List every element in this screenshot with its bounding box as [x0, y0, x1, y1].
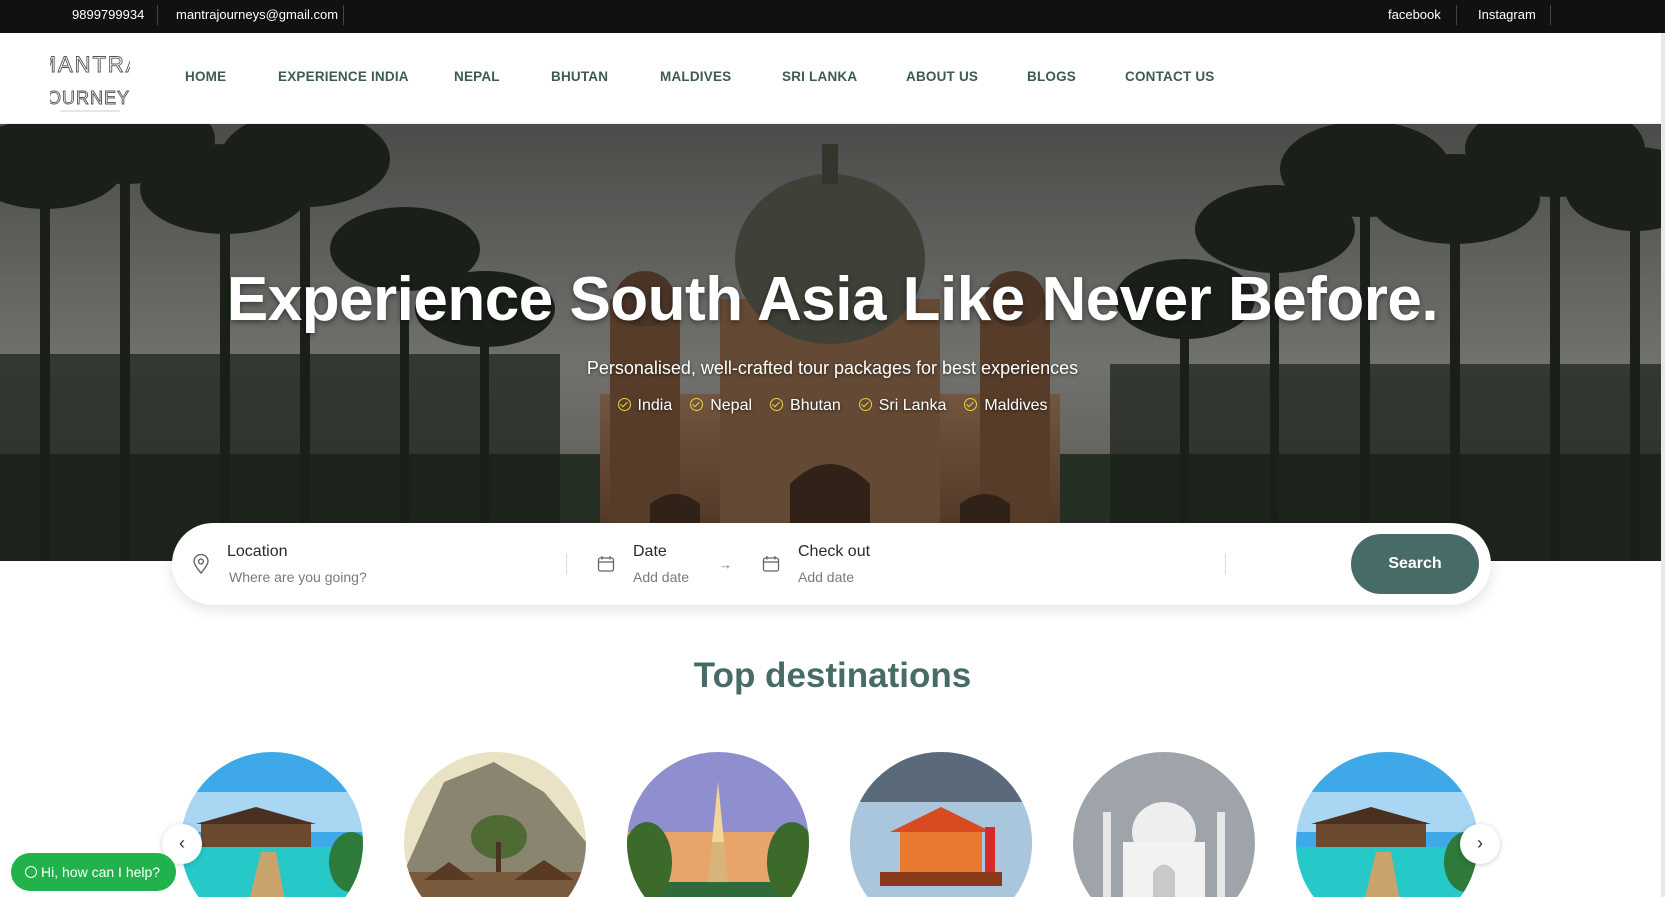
top-destinations-title: Top destinations — [693, 656, 972, 695]
nav-contact-us[interactable]: CONTACT US — [1125, 69, 1215, 84]
site-logo[interactable]: MANTRA JOURNEYS — [37, 38, 142, 118]
topbar-divider — [343, 5, 344, 25]
arrow-right-icon: → — [719, 557, 732, 572]
hero-banner: Experience South Asia Like Never Before.… — [0, 124, 1665, 561]
topbar-divider — [1550, 5, 1551, 25]
facebook-link[interactable]: facebook — [1388, 0, 1441, 33]
destination-card-taj-mahal[interactable] — [1073, 752, 1255, 897]
carousel-next-button[interactable]: › — [1460, 824, 1500, 864]
phone-number[interactable]: 9899799934 — [72, 0, 144, 33]
destination-card-maldives[interactable] — [181, 752, 363, 897]
nav-home[interactable]: HOME — [185, 69, 226, 84]
hero-background-image — [0, 124, 1665, 561]
instagram-link[interactable]: Instagram — [1478, 0, 1536, 33]
whatsapp-help-button[interactable]: Hi, how can I help? — [11, 853, 176, 891]
nav-blogs[interactable]: BLOGS — [1027, 69, 1076, 84]
page-scrollbar[interactable] — [1661, 33, 1665, 897]
chevron-right-icon: › — [1477, 833, 1483, 853]
nav-bhutan[interactable]: BHUTAN — [551, 69, 608, 84]
chip-india: India — [617, 397, 672, 415]
location-input[interactable]: Where are you going? — [229, 569, 367, 585]
nav-sri-lanka[interactable]: SRI LANKA — [782, 69, 857, 84]
top-bar: 9899799934 mantrajourneys@gmail.com face… — [0, 0, 1665, 33]
checkout-label: Check out — [798, 543, 871, 560]
check-circle-icon — [858, 398, 872, 411]
check-circle-icon — [690, 398, 704, 411]
check-circle-icon — [964, 398, 978, 411]
checkout-input[interactable]: Add date — [798, 569, 854, 585]
location-label: Location — [227, 543, 288, 560]
nav-nepal[interactable]: NEPAL — [454, 69, 500, 84]
date-field[interactable]: Date Add date — [633, 523, 733, 605]
chip-sri-lanka: Sri Lanka — [858, 397, 946, 415]
search-bar: Location Where are you going? Date Add d… — [172, 523, 1491, 605]
location-field[interactable]: Location Where are you going? — [227, 523, 557, 605]
date-input[interactable]: Add date — [633, 569, 689, 585]
site-header: MANTRA JOURNEYS HOME EXPERIENCE INDIA NE… — [0, 33, 1665, 124]
date-label: Date — [633, 543, 667, 560]
destination-card-thailand-village[interactable] — [404, 752, 586, 897]
nav-maldives[interactable]: MALDIVES — [660, 69, 731, 84]
checkout-field[interactable]: Check out Add date — [798, 523, 918, 605]
hero-subtitle: Personalised, well-crafted tour packages… — [586, 358, 1079, 378]
help-label: Hi, how can I help? — [41, 864, 161, 880]
calendar-icon — [597, 555, 615, 578]
logo-line2: JOURNEYS — [50, 88, 130, 108]
whatsapp-icon — [25, 866, 37, 878]
chip-maldives: Maldives — [964, 397, 1047, 415]
destination-card-temple[interactable] — [627, 752, 809, 897]
check-circle-icon — [770, 398, 784, 411]
map-pin-icon — [192, 553, 210, 579]
search-divider — [566, 553, 567, 575]
chevron-left-icon: ‹ — [179, 833, 185, 853]
hero-title: Experience South Asia Like Never Before. — [226, 265, 1439, 334]
destination-card-kashmir[interactable] — [850, 752, 1032, 897]
topbar-divider — [157, 5, 158, 25]
email-link[interactable]: mantrajourneys@gmail.com — [176, 0, 338, 33]
destination-chips: India Nepal Bhutan Sri Lanka Maldives — [0, 397, 1665, 415]
nav-about-us[interactable]: ABOUT US — [906, 69, 978, 84]
calendar-out-icon — [762, 555, 780, 578]
topbar-divider — [1456, 5, 1457, 25]
destination-card-maldives-2[interactable] — [1296, 752, 1478, 897]
chip-nepal: Nepal — [690, 397, 752, 415]
chip-bhutan: Bhutan — [770, 397, 841, 415]
search-divider — [1225, 553, 1226, 575]
logo-line1: MANTRA — [50, 52, 130, 77]
search-button[interactable]: Search — [1351, 534, 1479, 594]
check-circle-icon — [617, 398, 631, 411]
nav-experience-india[interactable]: EXPERIENCE INDIA — [278, 69, 409, 84]
